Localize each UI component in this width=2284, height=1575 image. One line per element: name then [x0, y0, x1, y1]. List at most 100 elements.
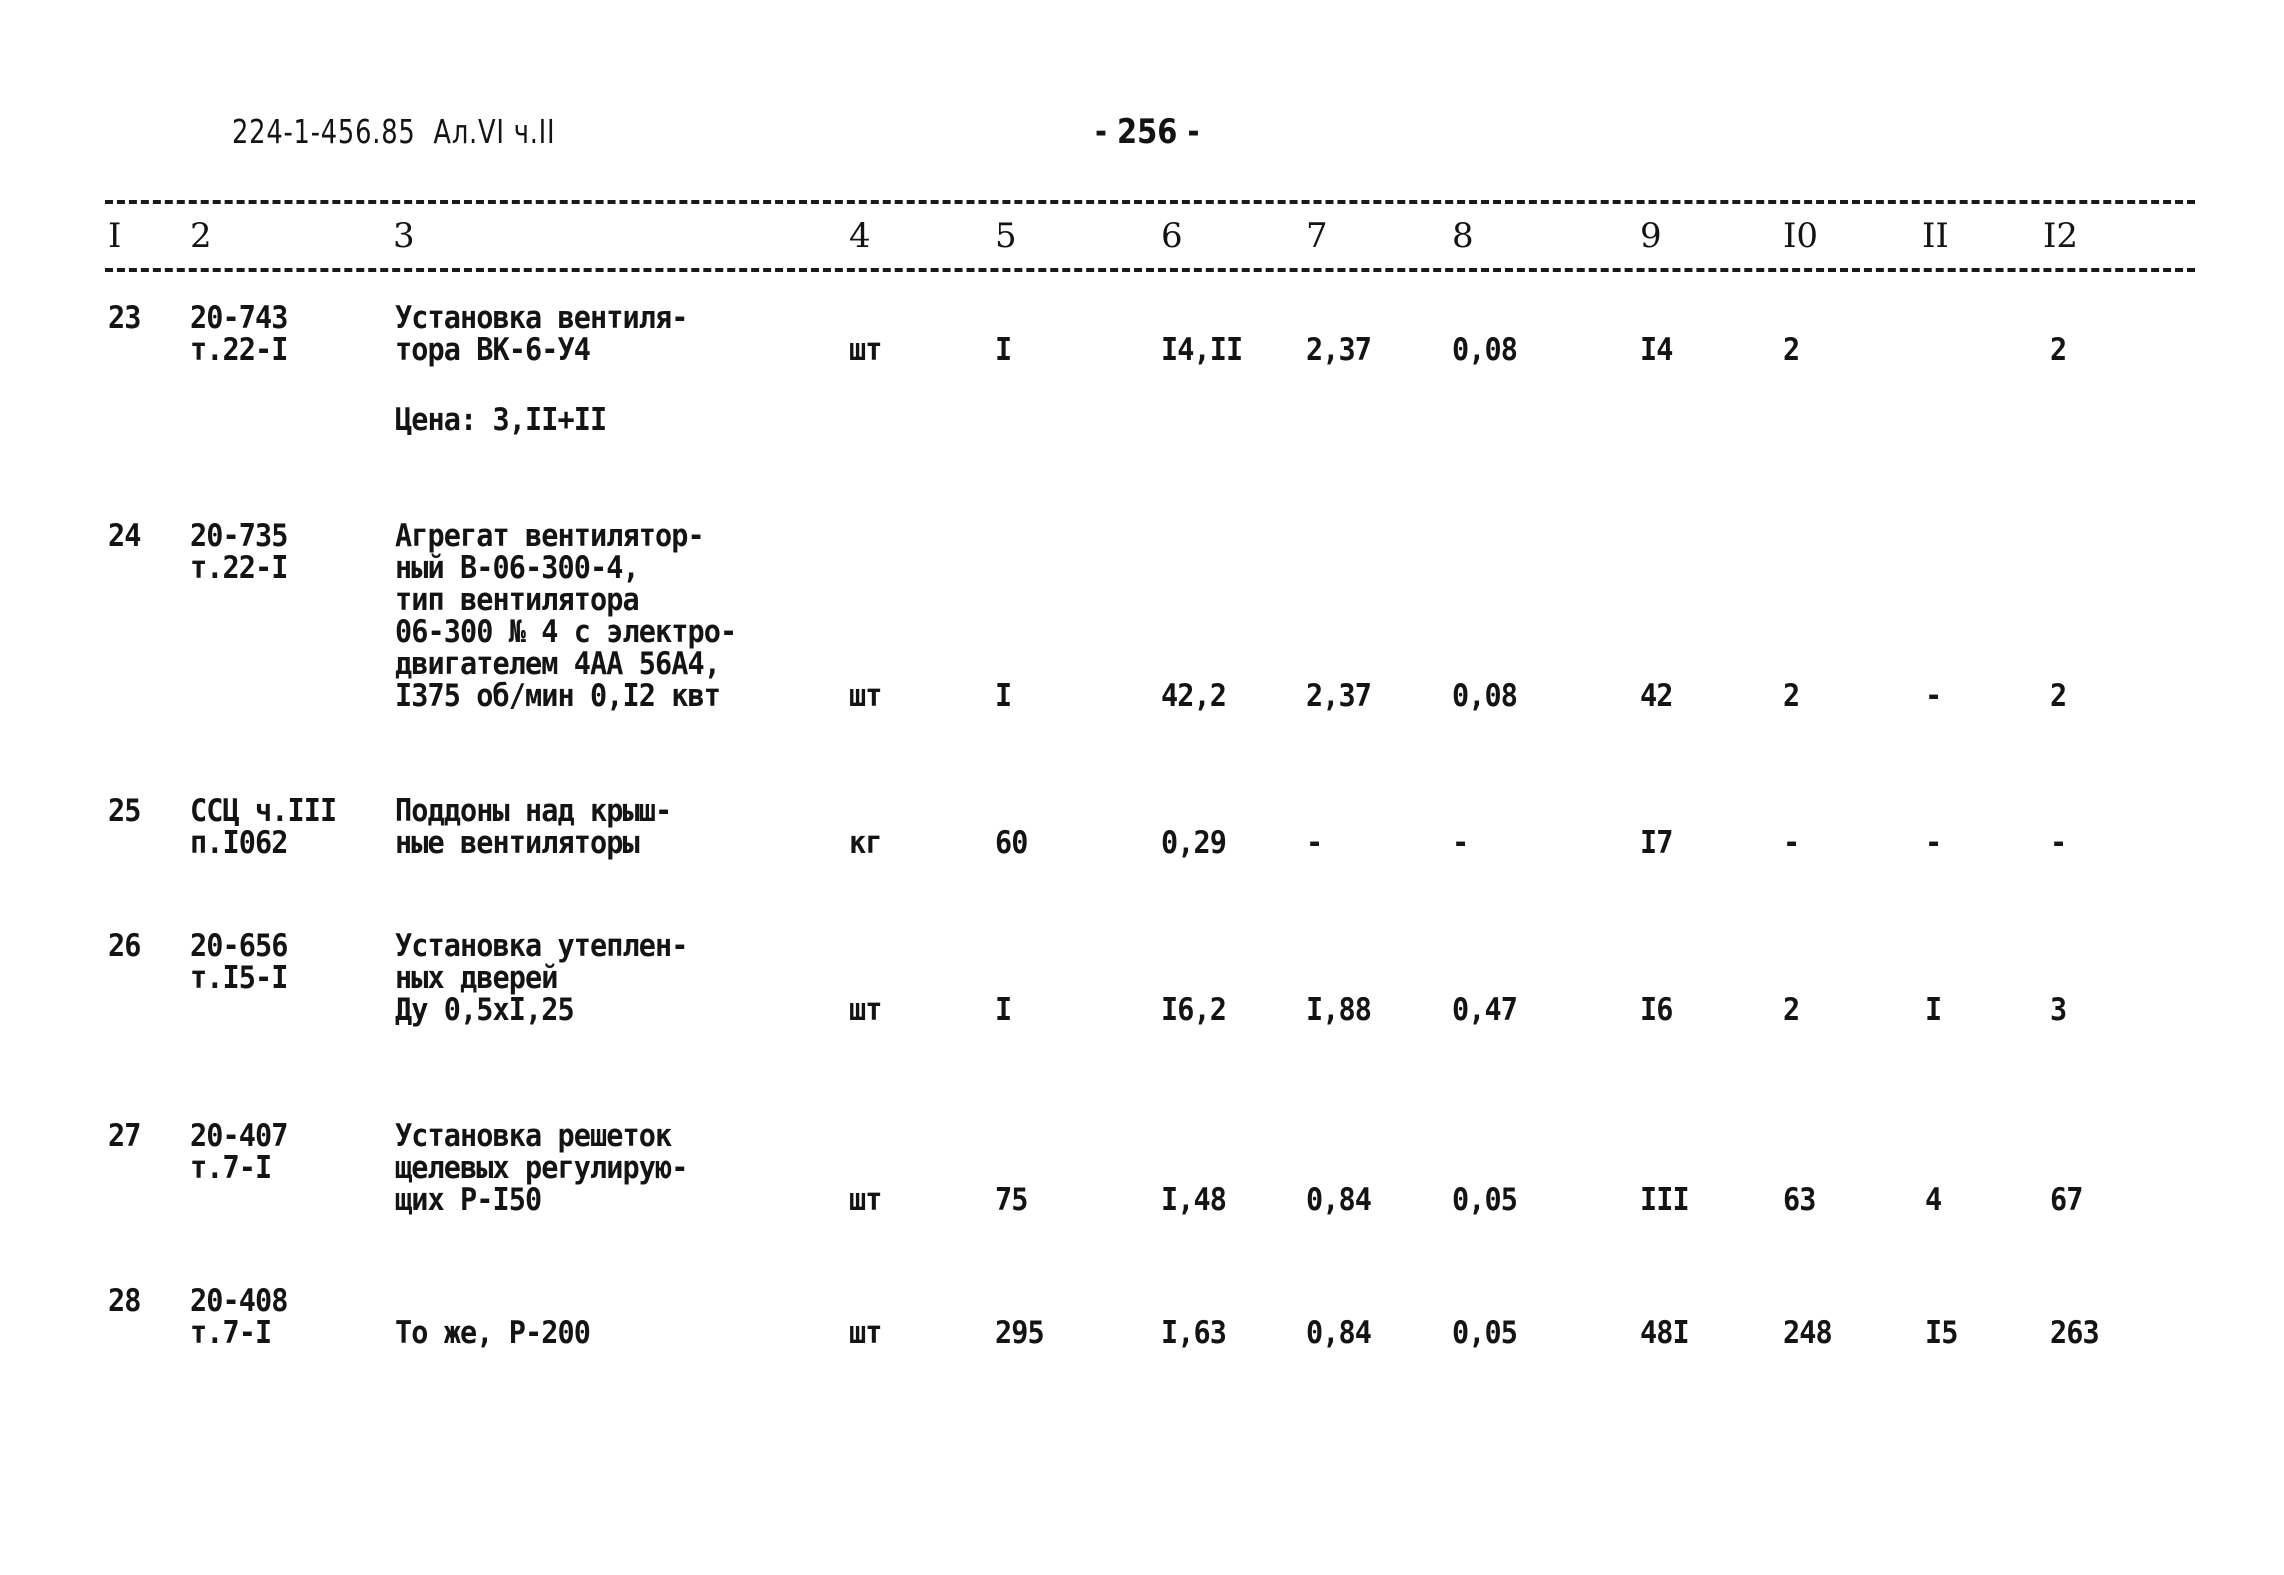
norm-code: т.22-I [190, 332, 288, 368]
cell-qty: 295 [995, 1315, 1045, 1351]
cell-c12: 67 [2050, 1182, 2083, 1218]
cell-c6: I,48 [1161, 1182, 1227, 1218]
norm-code: 20-408 [190, 1283, 288, 1319]
description-line: ный В-06-300-4, [395, 550, 640, 586]
norm-code: т.7-I [190, 1315, 272, 1351]
norm-code: т.22-I [190, 550, 288, 586]
cell-c10: - [1783, 825, 1800, 861]
description-line: щих Р-I50 [395, 1182, 542, 1218]
description-line: Поддоны над крыш- [395, 793, 672, 829]
row-number: 25 [108, 793, 141, 829]
cell-c10: 2 [1783, 992, 1800, 1028]
norm-code: т.I5-I [190, 960, 288, 996]
description-line: двигателем 4АА 56А4, [395, 646, 721, 682]
cell-c12: 263 [2050, 1315, 2100, 1351]
cell-c8: 0,47 [1452, 992, 1518, 1028]
cell-c9: 42 [1640, 678, 1673, 714]
cell-c10: 248 [1783, 1315, 1833, 1351]
cell-c8: 0,08 [1452, 332, 1518, 368]
description-line: щелевых регулирую- [395, 1150, 688, 1186]
description-line: Ду 0,5хI,25 [395, 992, 575, 1028]
cell-c8: 0,05 [1452, 1315, 1518, 1351]
cell-c7: 2,37 [1306, 678, 1372, 714]
cell-c7: - [1306, 825, 1323, 861]
cell-c9: 48I [1640, 1315, 1690, 1351]
cell-c9: I7 [1640, 825, 1673, 861]
cell-c7: 0,84 [1306, 1182, 1372, 1218]
cell-c10: 63 [1783, 1182, 1816, 1218]
cell-c6: I6,2 [1161, 992, 1227, 1028]
cell-c7: I,88 [1306, 992, 1372, 1028]
cell-qty: 60 [995, 825, 1028, 861]
row-number: 27 [108, 1118, 141, 1154]
norm-code: т.7-I [190, 1150, 272, 1186]
description-line: тип вентилятора [395, 582, 640, 618]
col-header-4: 4 [849, 216, 871, 256]
description-line: Установка вентиля- [395, 300, 688, 336]
cell-c11: - [1925, 678, 1942, 714]
norm-code: п.I062 [190, 825, 288, 861]
norm-code: 20-743 [190, 300, 288, 336]
document-code: 224-1-456.85 Ал.VI ч.II [232, 112, 556, 151]
cell-c12: - [2050, 825, 2067, 861]
cell-c8: 0,05 [1452, 1182, 1518, 1218]
cell-qty: I [995, 332, 1012, 368]
cell-c10: 2 [1783, 332, 1800, 368]
description-line: I375 об/мин 0,I2 квт [395, 678, 721, 714]
norm-code: ССЦ ч.III [190, 793, 337, 829]
col-header-11: II [1922, 216, 1949, 256]
cell-c12: 2 [2050, 678, 2067, 714]
cell-qty: I [995, 992, 1012, 1028]
row-number: 28 [108, 1283, 141, 1319]
cell-qty: 75 [995, 1182, 1028, 1218]
description-line: То же, Р-200 [395, 1315, 591, 1351]
row-number: 24 [108, 518, 141, 554]
cell-c6: I,63 [1161, 1315, 1227, 1351]
description-line: ных дверей [395, 960, 558, 996]
cell-unit: шт [849, 678, 882, 714]
cell-c6: 42,2 [1161, 678, 1227, 714]
col-header-8: 8 [1452, 216, 1474, 256]
row-number: 23 [108, 300, 141, 336]
cell-c9: I4 [1640, 332, 1673, 368]
header-bottom-rule [105, 268, 2195, 272]
col-header-5: 5 [995, 216, 1017, 256]
norm-code: 20-735 [190, 518, 288, 554]
cell-c11: I5 [1925, 1315, 1958, 1351]
page-number: - 256 - [1095, 112, 1200, 152]
norm-code: 20-656 [190, 928, 288, 964]
col-header-3: 3 [393, 216, 415, 256]
cell-c8: 0,08 [1452, 678, 1518, 714]
col-header-9: 9 [1640, 216, 1662, 256]
description-line: ные вентиляторы [395, 825, 640, 861]
cell-unit: шт [849, 992, 882, 1028]
norm-code: 20-407 [190, 1118, 288, 1154]
cell-c9: III [1640, 1182, 1690, 1218]
cell-c11: 4 [1925, 1182, 1942, 1218]
col-header-1: I [108, 216, 122, 256]
cell-unit: шт [849, 1315, 882, 1351]
col-header-7: 7 [1306, 216, 1328, 256]
cell-unit: шт [849, 1182, 882, 1218]
cell-c11: I [1925, 992, 1942, 1028]
col-header-10: I0 [1783, 216, 1819, 256]
cell-unit: шт [849, 332, 882, 368]
description-line: тора ВК-6-У4 [395, 332, 591, 368]
cell-c11: - [1925, 825, 1942, 861]
cell-c12: 3 [2050, 992, 2067, 1028]
cell-c6: I4,II [1161, 332, 1243, 368]
description-line: Установка решеток [395, 1118, 672, 1154]
cell-c7: 0,84 [1306, 1315, 1372, 1351]
row-number: 26 [108, 928, 141, 964]
cell-c7: 2,37 [1306, 332, 1372, 368]
cell-unit: кг [849, 825, 882, 861]
description-line: 06-300 № 4 с электро- [395, 614, 737, 650]
cell-c12: 2 [2050, 332, 2067, 368]
cell-c6: 0,29 [1161, 825, 1227, 861]
col-header-12: I2 [2043, 216, 2079, 256]
header-top-rule [105, 200, 2195, 204]
col-header-2: 2 [190, 216, 212, 256]
description-line: Установка утеплен- [395, 928, 688, 964]
cell-qty: I [995, 678, 1012, 714]
price-note: Цена: 3,II+II [395, 402, 607, 438]
